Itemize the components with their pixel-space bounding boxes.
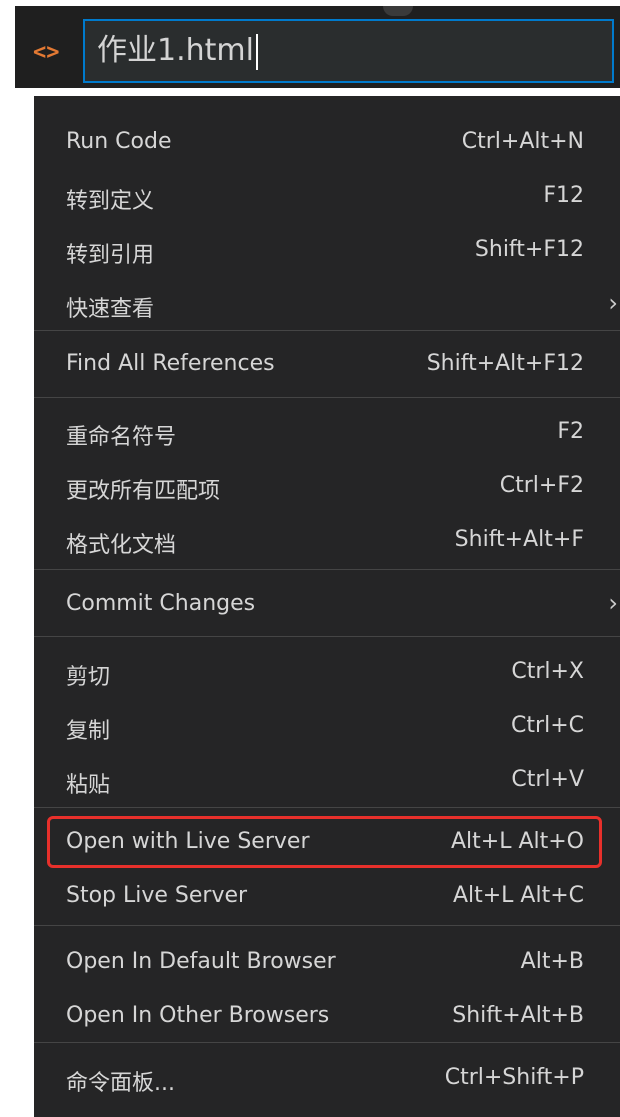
menu-separator [34, 330, 620, 331]
menu-item-shortcut: Ctrl+C [511, 713, 584, 738]
menu-item-change-all-occurrences[interactable]: 更改所有匹配项 Ctrl+F2 [34, 460, 620, 514]
filename-input[interactable]: 作业1.html [83, 19, 614, 83]
menu-item-label: 格式化文档 [66, 533, 177, 558]
code-bracket-icon: <> [33, 40, 60, 65]
menu-item-label: 转到定义 [66, 189, 155, 214]
menu-item-shortcut: Shift+F12 [474, 237, 584, 262]
menu-item-shortcut: Ctrl+Alt+N [461, 129, 584, 154]
menu-item-label: 转到引用 [66, 243, 155, 268]
menu-item-label: 粘贴 [66, 773, 111, 798]
menu-item-shortcut: Ctrl+Shift+P [444, 1065, 584, 1090]
menu-item-cut[interactable]: 剪切 Ctrl+X [34, 646, 620, 700]
menu-separator [34, 397, 620, 398]
title-knob [383, 6, 413, 16]
menu-item-shortcut: Ctrl+F2 [499, 473, 584, 498]
menu-item-shortcut: F12 [543, 183, 584, 208]
menu-item-shortcut: Alt+B [520, 949, 584, 974]
menu-separator [34, 1042, 620, 1043]
menu-item-label: 命令面板... [66, 1071, 175, 1096]
menu-item-peek[interactable]: 快速查看 › [34, 278, 620, 332]
context-menu: Run Code Ctrl+Alt+N 转到定义 F12 转到引用 Shift+… [34, 96, 620, 1117]
menu-item-copy[interactable]: 复制 Ctrl+C [34, 700, 620, 754]
menu-item-label: 剪切 [66, 665, 111, 690]
menu-item-open-in-default-browser[interactable]: Open In Default Browser Alt+B [34, 936, 620, 990]
menu-item-find-all-references[interactable]: Find All References Shift+Alt+F12 [34, 338, 620, 392]
filename-text: 作业1.html [97, 33, 254, 68]
chevron-right-icon: › [608, 289, 618, 317]
menu-item-label: 更改所有匹配项 [66, 479, 221, 504]
rename-bar: <> 作业1.html [15, 6, 620, 88]
text-caret [255, 33, 258, 70]
menu-item-shortcut: Ctrl+X [511, 659, 584, 684]
menu-item-label: Open In Other Browsers [66, 1003, 330, 1028]
menu-item-label: Commit Changes [66, 591, 256, 616]
menu-item-label: Stop Live Server [66, 883, 248, 908]
menu-item-label: Open with Live Server [66, 829, 310, 854]
menu-item-paste[interactable]: 粘贴 Ctrl+V [34, 754, 620, 808]
menu-item-label: 快速查看 [66, 297, 155, 322]
menu-separator [34, 636, 620, 637]
menu-separator [34, 925, 620, 926]
menu-item-shortcut: F2 [557, 419, 584, 444]
menu-item-label: 重命名符号 [66, 425, 177, 450]
menu-item-shortcut: Shift+Alt+F [454, 527, 584, 552]
menu-item-shortcut: Alt+L Alt+C [452, 883, 584, 908]
menu-item-label: Run Code [66, 129, 172, 154]
menu-separator [34, 807, 620, 808]
chevron-right-icon: › [608, 589, 618, 617]
menu-item-shortcut: Shift+Alt+B [452, 1003, 584, 1028]
menu-item-shortcut: Shift+Alt+F12 [426, 351, 584, 376]
menu-item-open-in-other-browsers[interactable]: Open In Other Browsers Shift+Alt+B [34, 990, 620, 1044]
menu-item-shortcut: Alt+L Alt+O [450, 829, 584, 854]
menu-separator [34, 569, 620, 570]
menu-item-label: Open In Default Browser [66, 949, 336, 974]
menu-item-go-to-definition[interactable]: 转到定义 F12 [34, 170, 620, 224]
menu-item-command-palette[interactable]: 命令面板... Ctrl+Shift+P [34, 1052, 620, 1106]
menu-item-label: Find All References [66, 351, 275, 376]
menu-item-rename-symbol[interactable]: 重命名符号 F2 [34, 406, 620, 460]
menu-item-format-document[interactable]: 格式化文档 Shift+Alt+F [34, 514, 620, 568]
menu-item-commit-changes[interactable]: Commit Changes › [34, 578, 620, 632]
menu-item-run-code[interactable]: Run Code Ctrl+Alt+N [34, 116, 620, 170]
menu-item-open-with-live-server[interactable]: Open with Live Server Alt+L Alt+O [34, 816, 620, 870]
menu-item-stop-live-server[interactable]: Stop Live Server Alt+L Alt+C [34, 870, 620, 924]
menu-item-label: 复制 [66, 719, 111, 744]
menu-item-shortcut: Ctrl+V [511, 767, 584, 792]
menu-item-go-to-references[interactable]: 转到引用 Shift+F12 [34, 224, 620, 278]
